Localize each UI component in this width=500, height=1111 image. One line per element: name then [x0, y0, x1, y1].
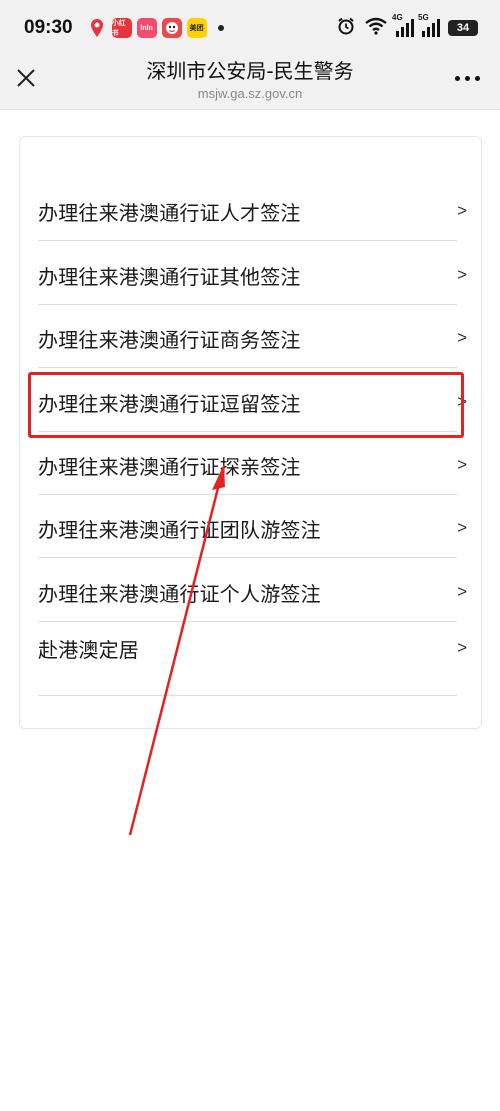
- menu-item-talent-endorsement[interactable]: 办理往来港澳通行证人才签注 >: [38, 177, 467, 241]
- meituan-icon: 美团: [186, 18, 207, 38]
- chevron-right-icon: >: [457, 582, 467, 601]
- more-notifications-dot-icon: [217, 25, 224, 31]
- menu-item-label: 办理往来港澳通行证个人游签注: [38, 582, 321, 606]
- status-bar: 09:30 小红书 lnln 美团 4G 5G 34: [0, 0, 500, 56]
- chevron-right-icon: >: [457, 201, 467, 220]
- xiaohongshu-icon: 小红书: [111, 18, 132, 38]
- chevron-right-icon: >: [457, 638, 467, 657]
- cartoon-app-icon: [161, 18, 182, 38]
- menu-item-other-endorsement[interactable]: 办理往来港澳通行证其他签注 >: [38, 241, 467, 305]
- menu-item-label: 办理往来港澳通行证其他签注: [38, 265, 301, 289]
- chevron-right-icon: >: [457, 455, 467, 474]
- more-dot-icon: [465, 75, 470, 81]
- signal-5g-icon: 5G: [418, 13, 440, 37]
- menu-item-individual-tour-endorsement[interactable]: 办理往来港澳通行证个人游签注 >: [38, 558, 467, 622]
- chevron-right-icon: >: [457, 328, 467, 347]
- signal-4g-icon: 4G: [392, 13, 414, 37]
- map-pin-icon: [87, 18, 107, 38]
- more-dot-icon: [455, 75, 460, 81]
- menu-item-label: 办理往来港澳通行证团队游签注: [38, 518, 321, 542]
- battery-icon: 34: [448, 20, 478, 36]
- status-indicators: 4G 5G 34: [336, 13, 478, 40]
- alarm-icon: [336, 16, 356, 40]
- notification-icons: 小红书 lnln 美团: [87, 18, 224, 38]
- webview-header: 深圳市公安局-民生警务 msjw.ga.sz.gov.cn: [0, 56, 500, 110]
- menu-item-family-visit-endorsement[interactable]: 办理往来港澳通行证探亲签注 >: [38, 431, 467, 495]
- menu-item-group-tour-endorsement[interactable]: 办理往来港澳通行证团队游签注 >: [38, 494, 467, 558]
- menu-item-label: 赴港澳定居: [38, 638, 139, 662]
- page-title: 深圳市公安局-民生警务: [146, 59, 354, 83]
- menu-item-label: 办理往来港澳通行证探亲签注: [38, 455, 301, 479]
- wifi-icon: [364, 17, 388, 39]
- more-options-button[interactable]: [455, 66, 480, 90]
- pinduoduo-icon: lnln: [136, 18, 157, 38]
- highlight-annotation-box: [28, 372, 464, 438]
- chevron-right-icon: >: [457, 265, 467, 284]
- chevron-right-icon: >: [457, 518, 467, 537]
- menu-item-label: 办理往来港澳通行证商务签注: [38, 328, 301, 352]
- menu-item-settle-hk-macau[interactable]: 赴港澳定居 >: [38, 632, 467, 696]
- header-title-group: 深圳市公安局-民生警务 msjw.ga.sz.gov.cn: [0, 56, 500, 103]
- menu-item-business-endorsement[interactable]: 办理往来港澳通行证商务签注 >: [38, 304, 467, 368]
- status-time: 09:30: [24, 17, 73, 38]
- page-url: msjw.ga.sz.gov.cn: [197, 86, 303, 101]
- menu-item-label: 办理往来港澳通行证人才签注: [38, 201, 301, 225]
- more-dot-icon: [475, 75, 480, 81]
